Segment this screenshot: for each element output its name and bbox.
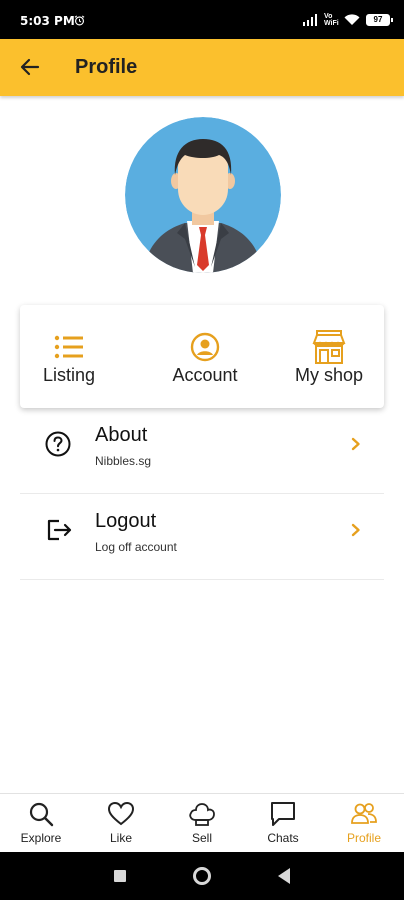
home-button[interactable]	[193, 867, 211, 885]
battery-level: 97	[373, 15, 383, 24]
menu-item-logout[interactable]: Logout Log off account	[20, 494, 384, 580]
profile-screen: 5:03 PM Vo WiFi 97 Profile Listing Accou…	[0, 0, 404, 900]
help-circle-icon	[45, 431, 71, 457]
nav-profile[interactable]: Profile	[324, 794, 404, 853]
system-navigation-bar	[0, 852, 404, 900]
my-shop-button[interactable]: My shop	[288, 305, 370, 408]
app-bar: Profile	[0, 39, 404, 96]
search-icon	[29, 802, 54, 827]
status-icons: Vo WiFi 97	[302, 13, 393, 27]
logout-icon	[47, 519, 72, 541]
signal-icon	[303, 14, 317, 26]
businessman-avatar-image	[125, 117, 281, 273]
storefront-icon	[311, 329, 347, 365]
chat-bubble-icon	[271, 802, 295, 826]
list-icon	[51, 329, 87, 365]
about-title: About	[95, 424, 148, 446]
nav-sell-label: Sell	[191, 831, 212, 845]
chevron-right-icon	[351, 437, 360, 451]
menu-item-about[interactable]: About Nibbles.sg	[20, 408, 384, 494]
nav-explore-label: Explore	[20, 831, 62, 845]
account-button[interactable]: Account	[158, 305, 252, 408]
arrow-left-icon[interactable]	[18, 55, 42, 79]
nav-chats-label: Chats	[267, 831, 299, 845]
heart-icon	[107, 801, 135, 826]
status-time: 5:03 PM	[20, 14, 75, 28]
account-circle-icon	[187, 329, 223, 365]
bottom-navigation: Explore Like Sell Chats Profile	[0, 793, 404, 852]
page-title: Profile	[75, 56, 138, 78]
nav-profile-label: Profile	[346, 831, 381, 845]
nav-sell[interactable]: Sell	[162, 794, 242, 853]
logout-title: Logout	[95, 510, 157, 532]
nav-chats[interactable]: Chats	[243, 794, 323, 853]
chevron-right-icon	[351, 523, 360, 537]
vowifi-label: Vo WiFi	[324, 13, 339, 27]
quick-actions-card: Listing Account My shop	[20, 305, 384, 408]
listing-button[interactable]: Listing	[32, 305, 106, 408]
nav-like[interactable]: Like	[81, 794, 161, 853]
nav-explore[interactable]: Explore	[1, 794, 81, 853]
my-shop-label: My shop	[294, 365, 364, 385]
listing-label: Listing	[42, 365, 96, 385]
avatar[interactable]	[125, 117, 281, 273]
recents-button[interactable]	[114, 870, 126, 882]
status-bar: 5:03 PM Vo WiFi 97	[0, 0, 404, 39]
about-subtitle: Nibbles.sg	[95, 454, 152, 468]
battery-icon: 97	[366, 14, 393, 26]
chef-hat-icon	[189, 803, 215, 826]
account-label: Account	[172, 365, 238, 385]
people-icon	[351, 803, 377, 824]
wifi-icon	[344, 14, 360, 25]
alarm-icon	[74, 15, 85, 26]
nav-like-label: Like	[109, 831, 132, 845]
system-back-button[interactable]	[278, 868, 290, 884]
logout-subtitle: Log off account	[95, 540, 177, 554]
